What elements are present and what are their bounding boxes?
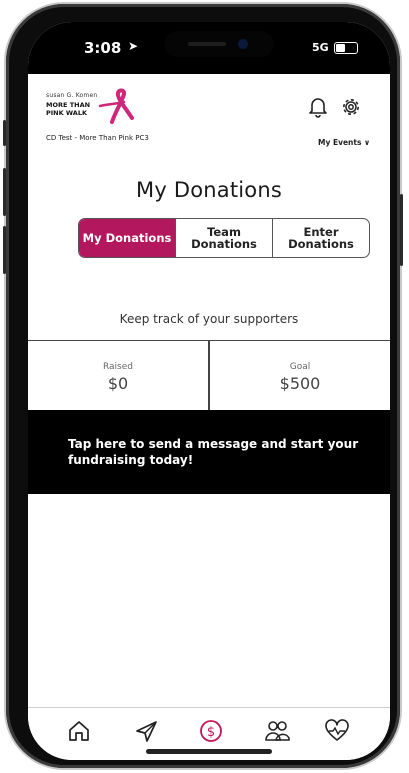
network-label: 5G bbox=[312, 41, 329, 54]
tagline: Keep track of your supporters bbox=[119, 312, 299, 326]
home-indicator bbox=[146, 749, 272, 754]
team-icon[interactable] bbox=[264, 718, 290, 744]
cta-text: Tap here to send a message and start you… bbox=[68, 437, 359, 467]
location-arrow-icon: ➤ bbox=[128, 39, 139, 53]
notch bbox=[164, 31, 274, 57]
page-title: My Donations bbox=[136, 178, 282, 202]
phone-screen: 3:08 ➤ 5G susan G. Komen MORE THAN PINK … bbox=[28, 22, 390, 760]
fundraising-stats: Raised $0 Goal $500 bbox=[28, 340, 390, 412]
tab-my-donations[interactable]: My Donations bbox=[79, 219, 175, 257]
front-camera bbox=[238, 39, 248, 49]
donation-tabs: My Donations Team Donations Enter Donati… bbox=[78, 218, 370, 258]
gear-icon[interactable] bbox=[340, 96, 362, 118]
app-header: susan G. Komen MORE THAN PINK WALK CD Te… bbox=[28, 74, 390, 147]
volume-up-button bbox=[3, 168, 6, 216]
battery-icon bbox=[334, 42, 358, 54]
goal-label: Goal bbox=[289, 362, 311, 372]
svg-text:$: $ bbox=[207, 725, 215, 740]
donations-icon[interactable]: $ bbox=[198, 718, 224, 744]
heart-pulse-icon[interactable] bbox=[324, 718, 350, 744]
phone-frame: 3:08 ➤ 5G susan G. Komen MORE THAN PINK … bbox=[3, 4, 403, 768]
raised-value: $0 bbox=[107, 374, 129, 393]
send-icon[interactable] bbox=[134, 718, 160, 744]
power-button bbox=[400, 194, 403, 266]
logo-line-2: MORE THAN bbox=[46, 101, 91, 109]
raised-label: Raised bbox=[102, 362, 133, 372]
goal-value: $500 bbox=[279, 374, 321, 393]
status-time: 3:08 bbox=[84, 39, 122, 57]
bell-icon[interactable] bbox=[308, 96, 328, 118]
pink-ribbon-icon bbox=[98, 88, 134, 124]
event-subtitle: CD Test - More Than Pink PC3 bbox=[46, 134, 149, 142]
mute-switch bbox=[3, 120, 6, 146]
raised-stat: Raised $0 bbox=[28, 341, 208, 411]
home-icon[interactable] bbox=[66, 718, 92, 744]
status-bar: 3:08 ➤ 5G bbox=[28, 22, 390, 74]
goal-stat: Goal $500 bbox=[208, 341, 390, 411]
logo-line-3: PINK WALK bbox=[46, 109, 88, 117]
tab-enter-donations[interactable]: Enter Donations bbox=[272, 219, 369, 257]
fundraising-cta-banner[interactable]: Tap here to send a message and start you… bbox=[28, 410, 390, 494]
logo-line-1: susan G. Komen bbox=[46, 92, 98, 99]
my-events-dropdown[interactable]: My Events ∨ bbox=[318, 138, 370, 147]
komen-logo[interactable]: susan G. Komen MORE THAN PINK WALK bbox=[46, 88, 156, 132]
volume-down-button bbox=[3, 226, 6, 274]
speaker-grille bbox=[188, 42, 226, 46]
tab-team-donations[interactable]: Team Donations bbox=[175, 219, 272, 257]
